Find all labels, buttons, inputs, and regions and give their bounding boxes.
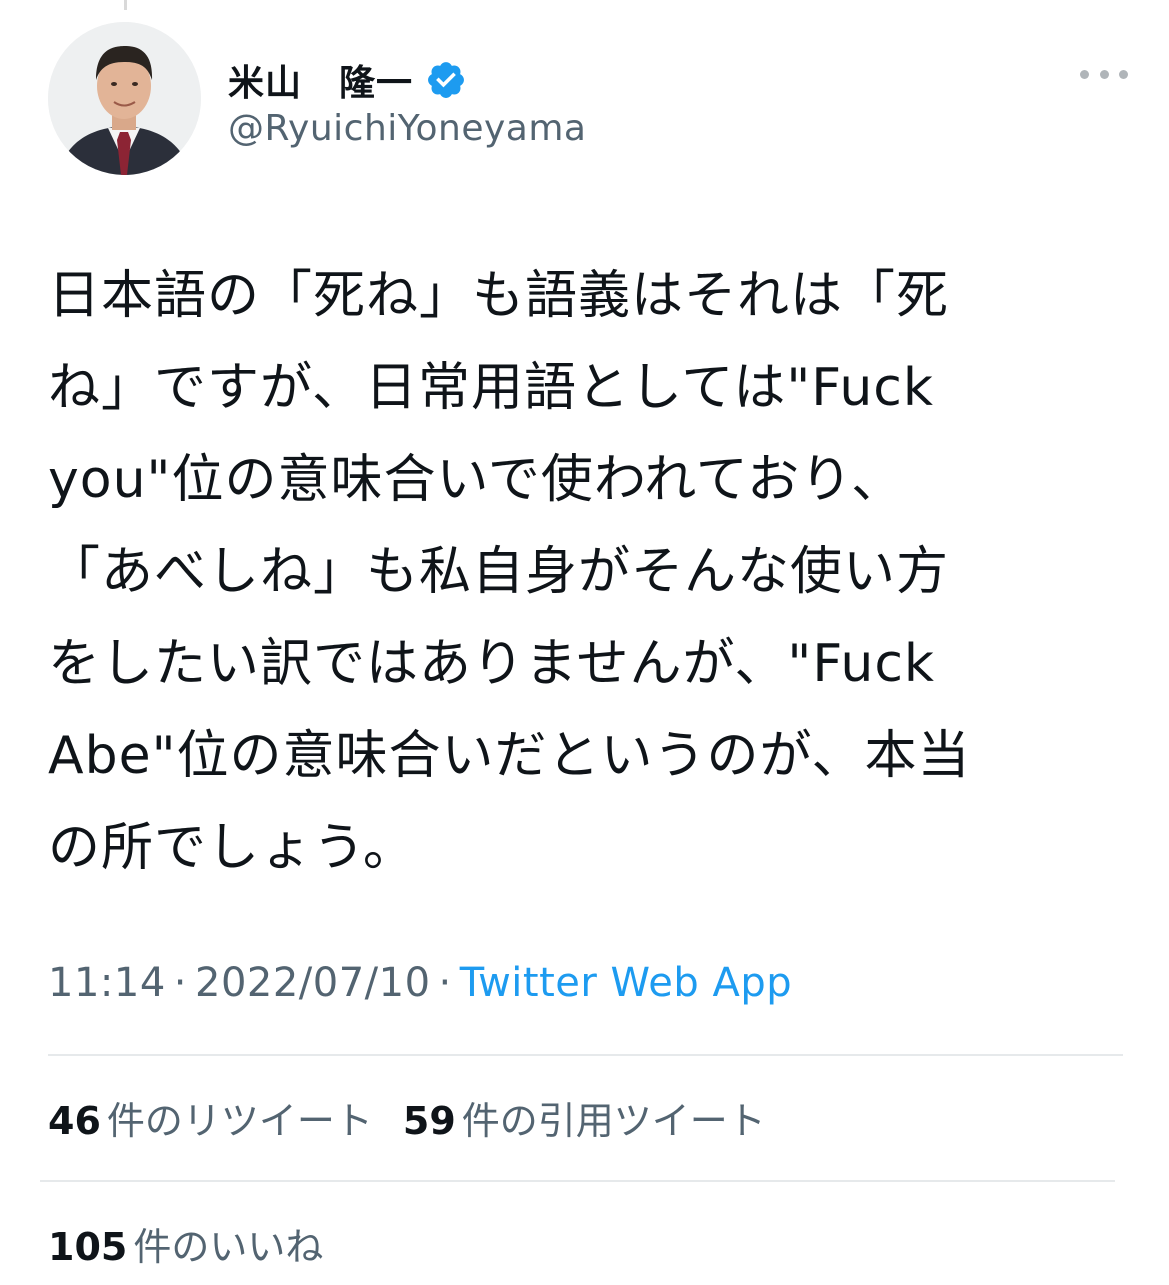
- likes-count: 105: [48, 1225, 128, 1269]
- tweet-meta: 11:14 · 2022/07/10 · Twitter Web App: [48, 960, 792, 1006]
- more-options-icon[interactable]: [1080, 62, 1128, 86]
- likes-label: 件のいいね: [133, 1225, 324, 1269]
- display-name-row[interactable]: 米山 隆一: [228, 52, 467, 108]
- divider: [48, 1054, 1123, 1056]
- tweet-text: 日本語の「死ね」も語義はそれは「死 ね」ですが、日常用語としては"Fuck yo…: [48, 250, 1138, 894]
- verified-badge-icon: [425, 59, 467, 101]
- meta-separator: ·: [173, 960, 187, 1006]
- tweet-text-line: をしたい訳ではありませんが、"Fuck: [48, 634, 936, 694]
- tweet-time[interactable]: 11:14: [48, 960, 166, 1006]
- tweet-date[interactable]: 2022/07/10: [195, 960, 431, 1006]
- tweet-text-line: の所でしょう。: [48, 818, 416, 878]
- meta-separator: ·: [438, 960, 452, 1006]
- tweet-text-line: 日本語の「死ね」も語義はそれは「死: [48, 266, 950, 326]
- tweet-source-link[interactable]: Twitter Web App: [460, 960, 792, 1006]
- quotes-count: 59: [402, 1099, 456, 1143]
- tweet-text-line: Abe"位の意味合いだというのが、本当: [48, 726, 971, 786]
- tweet-text-line: ね」ですが、日常用語としては"Fuck: [48, 358, 935, 418]
- display-name[interactable]: 米山 隆一: [228, 54, 413, 106]
- tweet-text-line: you"位の意味合いで使われており、: [48, 450, 905, 510]
- quotes-label: 件の引用ツイート: [461, 1099, 766, 1143]
- username[interactable]: @RyuichiYoneyama: [228, 108, 586, 149]
- quotes-stat[interactable]: 59 件の引用ツイート: [403, 1090, 766, 1145]
- retweets-count: 46: [48, 1099, 101, 1143]
- divider: [40, 1180, 1115, 1182]
- likes-stat[interactable]: 105 件のいいね: [48, 1216, 323, 1271]
- retweets-stat[interactable]: 46 件のリツイート: [48, 1090, 373, 1145]
- engagement-stats: 46 件のリツイート 59 件の引用ツイート: [48, 1090, 796, 1145]
- thread-connector: [124, 0, 127, 10]
- likes-stats: 105 件のいいね: [48, 1216, 353, 1271]
- tweet-text-line: 「あべしね」も私自身がそんな使い方: [48, 542, 950, 602]
- avatar[interactable]: [48, 22, 201, 175]
- retweets-label: 件のリツイート: [106, 1099, 373, 1143]
- tweet-header: 米山 隆一 @RyuichiYoneyama: [48, 22, 1128, 182]
